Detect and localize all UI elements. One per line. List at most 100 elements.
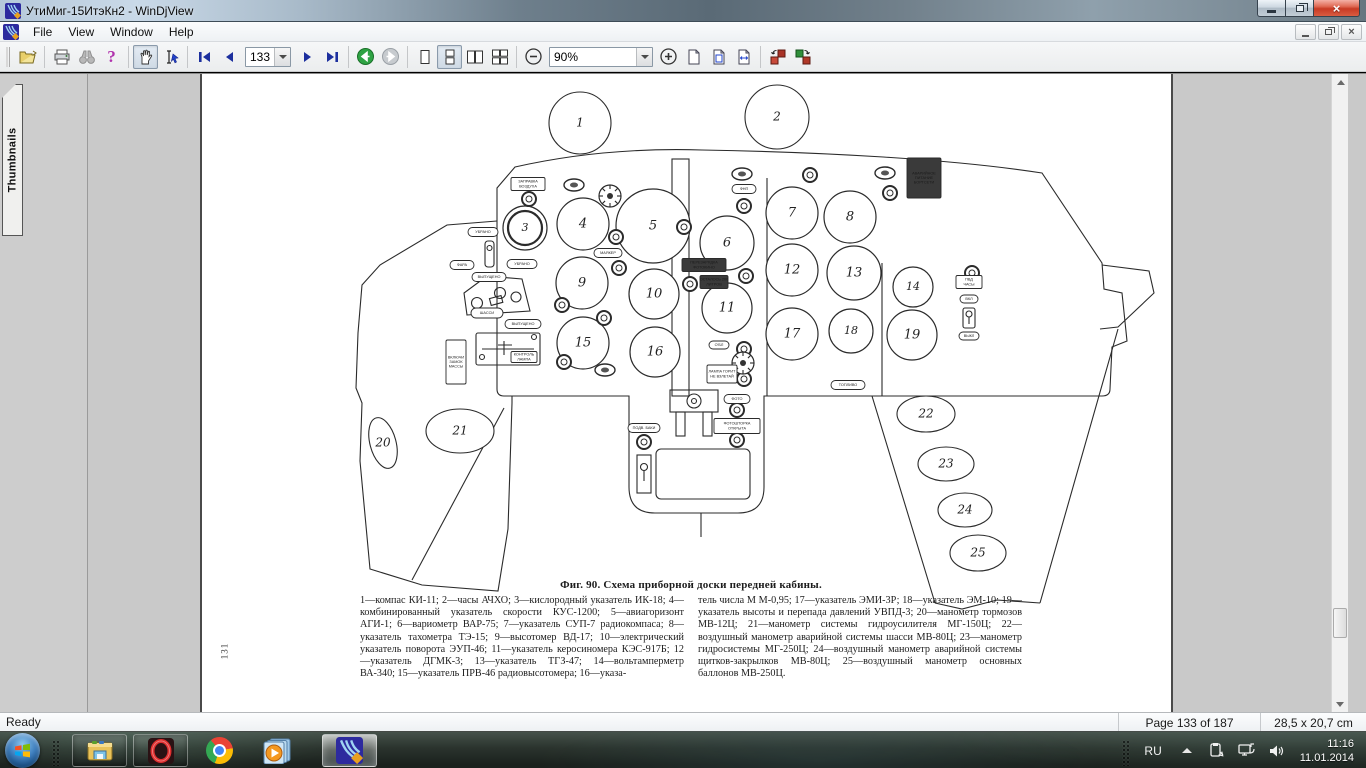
svg-text:ФОТОШТОРКА: ФОТОШТОРКА bbox=[724, 422, 751, 426]
diagram-number-18: 18 bbox=[844, 324, 858, 337]
svg-text:ФАРА: ФАРА bbox=[457, 263, 468, 267]
clock-date: 11.01.2014 bbox=[1299, 751, 1354, 764]
menu-window[interactable]: Window bbox=[102, 23, 161, 41]
scanned-page: 1 2 3 4 5 6 7 8 9 10 11 12 13 14 15 16 17 18 19 20 21 22 23 24 2… bbox=[200, 74, 1173, 713]
figure-caption: Фиг. 90. Схема приборной доски передней … bbox=[360, 579, 1022, 681]
caption-right-column: тель числа М М-0,95; 17—указатель ЭМИ-3Р… bbox=[698, 595, 1022, 680]
minimize-button[interactable] bbox=[1257, 0, 1286, 17]
diagram-number-15: 15 bbox=[575, 336, 592, 351]
menu-help[interactable]: Help bbox=[161, 23, 202, 41]
zoom-out-icon bbox=[525, 48, 542, 65]
zoom-in-icon bbox=[660, 48, 677, 65]
svg-text:ТОПЛИВО: ТОПЛИВО bbox=[839, 383, 857, 387]
document-view[interactable]: 1 2 3 4 5 6 7 8 9 10 11 12 13 14 15 16 17 18 19 20 21 22 23 24 2… bbox=[89, 74, 1348, 713]
actual-size-button[interactable] bbox=[681, 45, 706, 69]
page-number-combo[interactable]: 133 bbox=[245, 46, 291, 67]
back-button[interactable] bbox=[353, 45, 378, 69]
restore-button[interactable] bbox=[1286, 0, 1314, 17]
language-indicator[interactable]: RU bbox=[1144, 744, 1161, 758]
svg-text:НЕ ВЗЛЕТАЙ: НЕ ВЗЛЕТАЙ bbox=[710, 374, 734, 378]
rotate-right-button[interactable] bbox=[790, 45, 815, 69]
svg-text:ШАССИ: ШАССИ bbox=[480, 311, 494, 315]
taskbar-clock[interactable]: 11:16 11.01.2014 bbox=[1300, 737, 1354, 765]
zoom-out-button[interactable] bbox=[521, 45, 546, 69]
scroll-down-button[interactable] bbox=[1332, 696, 1348, 713]
diagram-number-16: 16 bbox=[647, 345, 664, 360]
scrollbar-thumb[interactable] bbox=[1333, 608, 1347, 638]
system-tray: RU 11:16 11.01.2014 bbox=[1122, 732, 1366, 768]
diagram-number-8: 8 bbox=[846, 210, 854, 225]
show-hidden-icons[interactable] bbox=[1181, 748, 1192, 753]
start-button[interactable] bbox=[5, 733, 40, 768]
page-combo-dropdown[interactable] bbox=[274, 47, 290, 66]
svg-text:МАССЫ: МАССЫ bbox=[449, 365, 464, 369]
printer-icon bbox=[54, 49, 69, 64]
knob bbox=[802, 167, 818, 183]
layout-continuous-button[interactable] bbox=[437, 44, 462, 69]
fit-page-button[interactable] bbox=[706, 45, 731, 69]
layout-facing-button[interactable] bbox=[462, 45, 487, 69]
rotate-left-icon bbox=[770, 49, 785, 64]
next-page-icon bbox=[303, 51, 311, 62]
figure-title: Фиг. 90. Схема приборной доски передней … bbox=[560, 579, 822, 591]
taskbar-opera-button[interactable] bbox=[133, 734, 188, 767]
zoom-value[interactable]: 90% bbox=[550, 50, 636, 64]
gunsight-mount bbox=[669, 389, 719, 413]
layout-single-button[interactable] bbox=[412, 45, 437, 69]
svg-text:ПИТАНИЕ: ПИТАНИЕ bbox=[915, 176, 934, 180]
vertical-scrollbar[interactable] bbox=[1331, 74, 1348, 713]
diagram-number-4: 4 bbox=[578, 217, 587, 232]
child-close-button[interactable]: × bbox=[1341, 24, 1362, 40]
document-app-icon bbox=[3, 23, 19, 40]
svg-text:ОТКРЫТА: ОТКРЫТА bbox=[728, 426, 747, 430]
knob bbox=[636, 434, 652, 450]
menu-file[interactable]: File bbox=[25, 23, 60, 41]
child-minimize-button[interactable] bbox=[1295, 24, 1316, 40]
child-restore-button[interactable] bbox=[1318, 24, 1339, 40]
diagram-number-21: 21 bbox=[451, 424, 467, 438]
knob bbox=[608, 229, 624, 245]
fit-width-button[interactable] bbox=[731, 45, 756, 69]
taskbar-chrome-button[interactable] bbox=[192, 734, 247, 767]
zoom-in-button[interactable] bbox=[656, 45, 681, 69]
zoom-combo-dropdown[interactable] bbox=[636, 47, 652, 66]
volume-icon[interactable] bbox=[1268, 743, 1284, 759]
svg-text:ВКЛЮЧИ: ВКЛЮЧИ bbox=[448, 355, 464, 359]
thumbnails-tab[interactable]: Thumbnails bbox=[2, 84, 23, 236]
help-button[interactable]: ? bbox=[99, 45, 124, 69]
layout-continuous-facing-button[interactable] bbox=[487, 45, 512, 69]
scroll-up-button[interactable] bbox=[1332, 74, 1348, 91]
diagram-number-1: 1 bbox=[576, 116, 584, 130]
find-button[interactable] bbox=[74, 45, 99, 69]
diagram-number-22: 22 bbox=[917, 407, 933, 421]
rotate-left-button[interactable] bbox=[765, 45, 790, 69]
safely-remove-icon[interactable] bbox=[1208, 742, 1225, 759]
prev-page-button[interactable] bbox=[217, 45, 242, 69]
screen: УтиМиг-15ИтэКн2 - WinDjView × File View … bbox=[0, 0, 1366, 768]
svg-text:АВАРИЙНОЕ: АВАРИЙНОЕ bbox=[912, 171, 936, 175]
taskbar-windjview-button[interactable] bbox=[322, 734, 377, 767]
pan-tool-button[interactable] bbox=[133, 44, 158, 69]
svg-text:О'БЛ: О'БЛ bbox=[715, 343, 724, 347]
close-button[interactable]: × bbox=[1314, 0, 1360, 17]
last-page-button[interactable] bbox=[319, 45, 344, 69]
svg-text:ВЫПУЩЕНО: ВЫПУЩЕНО bbox=[478, 275, 501, 279]
svg-text:ПОДВ. БАКИ: ПОДВ. БАКИ bbox=[633, 426, 656, 430]
window-title: УтиМиг-15ИтэКн2 - WinDjView bbox=[26, 3, 194, 18]
thumbnails-tab-label: Thumbnails bbox=[6, 127, 19, 193]
next-page-button[interactable] bbox=[294, 45, 319, 69]
first-page-button[interactable] bbox=[192, 45, 217, 69]
diagram-number-23: 23 bbox=[937, 457, 954, 471]
zoom-combo[interactable]: 90% bbox=[549, 46, 653, 67]
knob bbox=[676, 219, 692, 235]
select-tool-button[interactable] bbox=[158, 45, 183, 69]
print-button[interactable] bbox=[49, 45, 74, 69]
menu-view[interactable]: View bbox=[60, 23, 102, 41]
taskbar-wmp-button[interactable] bbox=[252, 734, 302, 767]
fit-page-icon bbox=[713, 49, 724, 64]
page-number-value[interactable]: 133 bbox=[246, 50, 274, 64]
network-icon[interactable] bbox=[1237, 742, 1256, 759]
open-button[interactable] bbox=[15, 45, 40, 69]
taskbar-explorer-button[interactable] bbox=[72, 734, 127, 767]
forward-button[interactable] bbox=[378, 45, 403, 69]
